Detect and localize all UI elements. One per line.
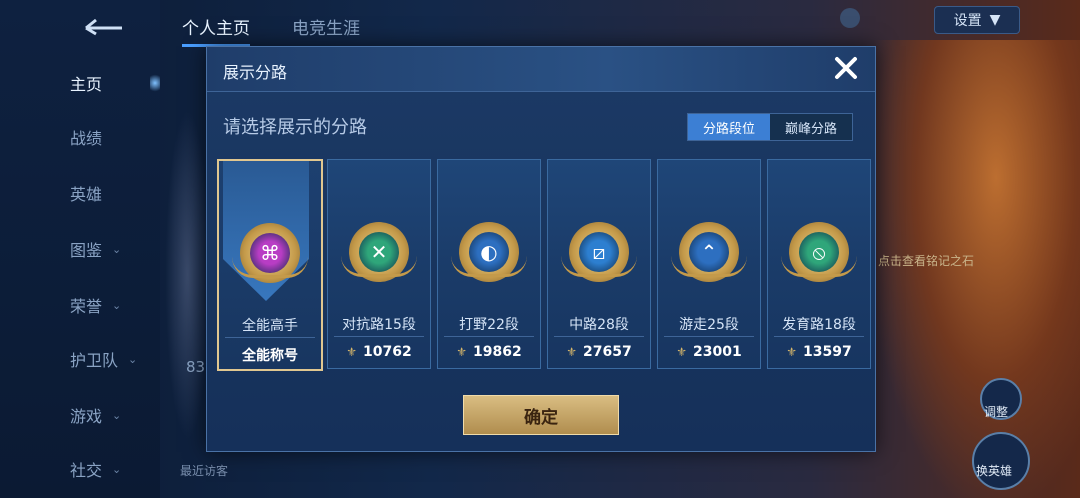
badge-wings	[671, 256, 747, 277]
tab-personal-home[interactable]: 个人主页	[182, 14, 250, 47]
lane-card-label: 打野22段	[459, 317, 519, 333]
lane-card[interactable]: ✕ 对抗路15段 ⚜ 10762	[327, 159, 431, 369]
status-tag	[870, 4, 930, 34]
lane-card-label: 全能高手	[242, 318, 298, 334]
settings-button[interactable]: 设置 ▼	[934, 6, 1020, 34]
chevron-down-icon: ⌄	[128, 352, 138, 366]
chevron-down-icon: ⌄	[112, 462, 122, 476]
lane-card-value: ⚜ 27657	[548, 344, 650, 360]
badge-wings	[561, 256, 637, 277]
hero-background	[870, 40, 1080, 498]
lane-card-value: ⚜ 19862	[438, 344, 540, 360]
sidebar-item-7[interactable]: 社交 ⌄	[70, 454, 150, 484]
change-hero-button-label: 换英雄	[976, 464, 1013, 478]
dialog-title: 展示分路	[223, 63, 288, 82]
notification-icon[interactable]	[840, 8, 860, 28]
lane-card-value: 全能称号	[219, 345, 321, 365]
show-lane-dialog: 展示分路 请选择展示的分路 分路段位 巅峰分路 ⌘ 全能高手全能称号 ✕ 对抗路15段…	[206, 46, 876, 452]
sidebar-item-5[interactable]: 护卫队 ⌄	[70, 344, 150, 374]
sidebar: 主页战绩英雄图鉴 ⌄ 荣誉 ⌄ 护卫队 ⌄ 游戏 ⌄ 社交 ⌄	[0, 0, 160, 498]
level-number: 83	[186, 358, 206, 376]
lane-card-label: 对抗路15段	[342, 317, 416, 333]
chevron-down-icon: ⌄	[112, 408, 122, 422]
combat-power-icon: ⚜	[676, 345, 688, 359]
card-divider	[225, 337, 315, 338]
sidebar-active-indicator	[150, 72, 160, 94]
lane-card-value-text: 19862	[473, 344, 522, 360]
roam-badge-icon: ⌃	[671, 222, 747, 282]
lane-card-value-text: 全能称号	[242, 348, 298, 364]
hero-avatar-background	[165, 110, 210, 440]
clash-lane-badge-icon: ✕	[341, 222, 417, 282]
dialog-header: 展示分路	[207, 47, 875, 92]
chevron-down-icon: ⌄	[112, 242, 122, 256]
close-button[interactable]	[831, 53, 861, 83]
lane-card[interactable]: ◐ 打野22段 ⚜ 19862	[437, 159, 541, 369]
lane-card[interactable]: ⧄ 中路28段 ⚜ 27657	[547, 159, 651, 369]
farm-lane-badge-icon: ⦸	[781, 222, 857, 282]
sidebar-item-4[interactable]: 荣誉 ⌄	[70, 290, 150, 320]
recent-visitors-label[interactable]: 最近访客	[180, 462, 228, 479]
combat-power-icon: ⚜	[786, 345, 798, 359]
combat-power-icon: ⚜	[566, 345, 578, 359]
lane-mode-toggle: 分路段位 巅峰分路	[687, 113, 853, 141]
sidebar-item-label: 图鉴	[70, 241, 103, 260]
back-arrow-icon[interactable]	[82, 14, 128, 36]
sidebar-item-label: 护卫队	[70, 351, 119, 370]
sidebar-item-label: 战绩	[70, 129, 103, 148]
lane-card-value: ⚜ 23001	[658, 344, 760, 360]
sidebar-item-0[interactable]: 主页	[70, 68, 150, 98]
card-divider	[664, 336, 754, 337]
sidebar-item-1[interactable]: 战绩	[70, 122, 150, 152]
lane-card-value-text: 10762	[363, 344, 412, 360]
sidebar-item-label: 社交	[70, 461, 103, 480]
sidebar-item-6[interactable]: 游戏 ⌄	[70, 400, 150, 430]
sidebar-item-label: 荣誉	[70, 297, 103, 316]
toggle-peak-lane[interactable]: 巅峰分路	[770, 114, 852, 140]
badge-wings	[781, 256, 857, 277]
settings-label: 设置	[953, 13, 982, 29]
all-round-badge-icon: ⌘	[232, 223, 308, 283]
lane-card[interactable]: ⦸ 发育路18段 ⚜ 13597	[767, 159, 871, 369]
chevron-down-icon: ⌄	[112, 298, 122, 312]
card-divider	[444, 336, 534, 337]
confirm-button[interactable]: 确定	[463, 395, 619, 435]
lane-card[interactable]: ⌃ 游走25段 ⚜ 23001	[657, 159, 761, 369]
top-bar: 个人主页 电竞生涯 设置 ▼	[160, 0, 1080, 47]
lane-card-value-text: 23001	[693, 344, 742, 360]
tab-esports-career[interactable]: 电竞生涯	[292, 14, 360, 39]
combat-power-icon: ⚜	[456, 345, 468, 359]
sidebar-item-label: 英雄	[70, 185, 103, 204]
jungle-badge-icon: ◐	[451, 222, 527, 282]
dialog-subtitle: 请选择展示的分路	[223, 117, 367, 138]
lane-card-value-text: 27657	[583, 344, 632, 360]
lane-card[interactable]: ⌘ 全能高手全能称号	[217, 159, 323, 371]
badge-wings	[232, 257, 308, 278]
card-divider	[334, 336, 424, 337]
sidebar-item-3[interactable]: 图鉴 ⌄	[70, 234, 150, 264]
sidebar-item-label: 主页	[70, 75, 103, 94]
sidebar-item-2[interactable]: 英雄	[70, 178, 150, 208]
lane-card-label: 中路28段	[569, 317, 629, 333]
badge-wings	[451, 256, 527, 277]
card-divider	[774, 336, 864, 337]
mid-lane-badge-icon: ⧄	[561, 222, 637, 282]
badge-wings	[341, 256, 417, 277]
lane-card-value-text: 13597	[803, 344, 852, 360]
card-divider	[554, 336, 644, 337]
lane-card-label: 发育路18段	[782, 317, 856, 333]
combat-power-icon: ⚜	[346, 345, 358, 359]
toggle-lane-rank[interactable]: 分路段位	[688, 114, 770, 140]
lane-card-value: ⚜ 13597	[768, 344, 870, 360]
memorial-stone-label[interactable]: 点击查看铭记之石	[878, 252, 974, 269]
lane-card-value: ⚜ 10762	[328, 344, 430, 360]
change-hero-button[interactable]	[972, 432, 1030, 490]
sidebar-item-label: 游戏	[70, 407, 103, 426]
adjust-button-label: 调整	[984, 405, 1009, 419]
chevron-down-icon: ▼	[989, 12, 1001, 28]
lane-card-label: 游走25段	[679, 317, 739, 333]
close-icon	[835, 57, 857, 79]
